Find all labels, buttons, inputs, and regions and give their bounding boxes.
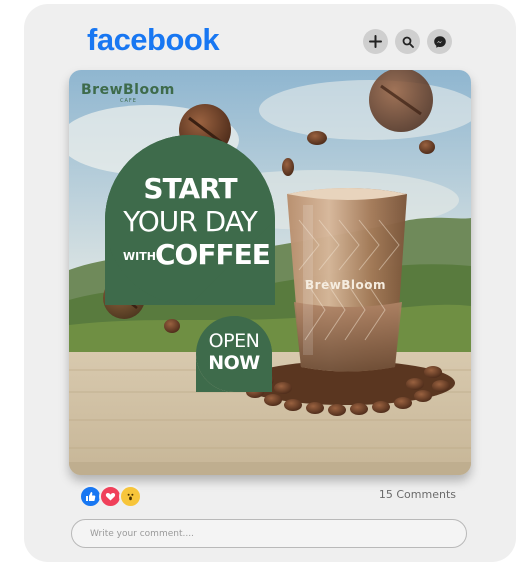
headline-line-1: START xyxy=(143,172,237,205)
headline-line-4: COFFEE xyxy=(155,238,271,271)
facebook-logo[interactable]: facebook xyxy=(87,22,220,58)
headline-badge: START YOUR DAY WITH COFFEE xyxy=(105,135,275,305)
brand-logo: BrewBloom xyxy=(81,82,175,98)
open-badge-line-2: NOW xyxy=(208,352,260,374)
brand-subtitle: CAFE xyxy=(120,98,137,104)
open-now-badge: OPEN NOW xyxy=(196,316,272,392)
headline-line-2: YOUR DAY xyxy=(123,205,258,238)
reactions[interactable] xyxy=(79,485,142,508)
cup-brand-text: BrewBloom xyxy=(305,278,387,292)
header-actions xyxy=(363,29,452,54)
messenger-icon[interactable] xyxy=(427,29,452,54)
comment-placeholder: Write your comment.... xyxy=(90,528,194,539)
headline-line-3: WITH xyxy=(123,250,156,263)
comments-count[interactable]: 15 Comments xyxy=(379,488,456,501)
comment-input[interactable]: Write your comment.... xyxy=(71,519,467,548)
post-image[interactable]: BrewBloom CAFE START YOUR DAY WITH COFFE… xyxy=(69,70,471,475)
plus-icon[interactable] xyxy=(363,29,388,54)
wow-icon[interactable] xyxy=(119,485,142,508)
search-icon[interactable] xyxy=(395,29,420,54)
open-badge-line-1: OPEN xyxy=(208,330,260,352)
